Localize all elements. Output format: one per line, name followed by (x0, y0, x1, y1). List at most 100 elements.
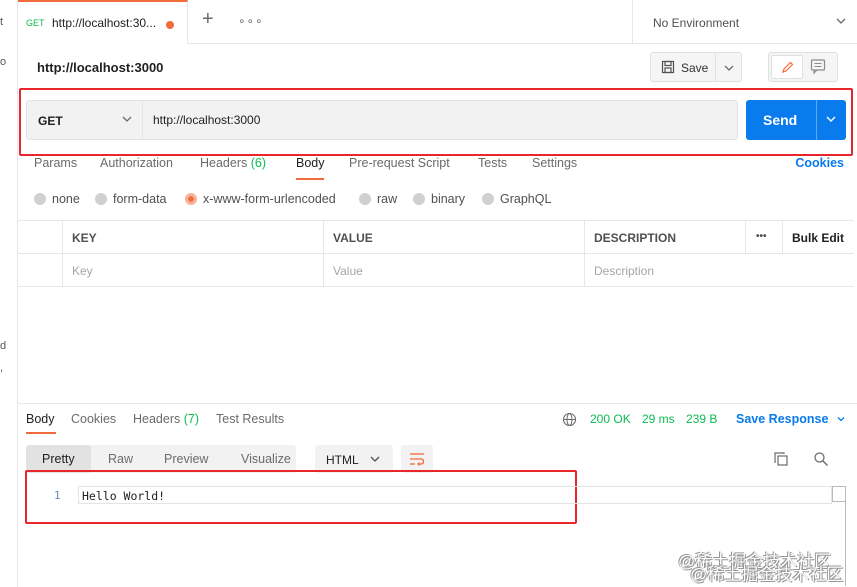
left-sidebar-edge: t o d , (0, 0, 18, 587)
tab-response-headers-label: Headers (133, 412, 181, 426)
radio-urlencoded[interactable]: x-www-form-urlencoded (185, 192, 336, 206)
method-label: GET (38, 114, 63, 128)
view-visualize[interactable]: Visualize (223, 445, 296, 473)
send-button[interactable]: Send (746, 100, 846, 140)
pane-divider[interactable] (18, 403, 857, 404)
tab-test-results[interactable]: Test Results (216, 412, 284, 426)
radio-dot-icon (482, 193, 494, 205)
description-input[interactable]: Description (584, 254, 854, 287)
globe-icon[interactable] (562, 412, 577, 427)
current-line-highlight (78, 486, 832, 504)
wrap-lines-button[interactable] (401, 445, 433, 473)
tab-title: http://localhost:30... (52, 16, 157, 30)
save-label: Save (681, 61, 709, 75)
editor-scrollbar-thumb[interactable] (832, 486, 846, 502)
view-pretty[interactable]: Pretty (26, 445, 91, 473)
comment-icon[interactable] (809, 57, 827, 75)
method-select[interactable]: GET (27, 101, 143, 139)
cookies-link[interactable]: Cookies (795, 156, 844, 170)
radio-binary[interactable]: binary (413, 192, 465, 206)
radio-graphql[interactable]: GraphQL (482, 192, 551, 206)
line-number: 1 (54, 489, 61, 502)
table-header-row: KEY VALUE DESCRIPTION ••• Bulk Edit (18, 221, 854, 254)
tab-response-headers[interactable]: Headers (7) (133, 412, 199, 426)
radio-raw[interactable]: raw (359, 192, 397, 206)
radio-dot-icon (34, 193, 46, 205)
headers-count: (6) (250, 156, 267, 170)
chevron-down-icon (370, 456, 380, 462)
column-header-description: DESCRIPTION (584, 221, 746, 254)
response-size[interactable]: 239 B (686, 412, 717, 426)
radio-selected-icon (185, 193, 197, 205)
value-input[interactable]: Value (323, 254, 585, 287)
format-label: HTML (326, 453, 359, 467)
url-bar: GET http://localhost:3000 (26, 100, 738, 140)
chevron-down-icon[interactable] (824, 112, 838, 126)
new-tab-plus-icon[interactable]: + (202, 8, 214, 31)
tab-method: GET (26, 18, 45, 28)
radio-none-label: none (52, 192, 80, 206)
chevron-down-icon (122, 116, 132, 122)
environment-select[interactable]: No Environment (632, 0, 857, 43)
response-time[interactable]: 29 ms (642, 412, 675, 426)
save-response-label: Save Response (736, 412, 829, 426)
tab-response-body[interactable]: Body (26, 412, 55, 426)
tab-settings[interactable]: Settings (532, 156, 577, 170)
save-icon (661, 60, 675, 74)
key-value-table: KEY VALUE DESCRIPTION ••• Bulk Edit Key … (18, 220, 854, 287)
column-header-key: KEY (62, 221, 324, 254)
column-header-value: VALUE (323, 221, 585, 254)
environment-label: No Environment (653, 16, 740, 30)
radio-graphql-label: GraphQL (500, 192, 552, 206)
radio-form-data[interactable]: form-data (95, 192, 167, 206)
tab-bar: GET http://localhost:30... + ∘∘∘ No Envi… (18, 0, 857, 44)
sidebar-fragment: o (0, 56, 7, 68)
view-raw[interactable]: Raw (91, 445, 151, 473)
send-label: Send (763, 112, 798, 128)
request-tab[interactable]: GET http://localhost:30... (18, 0, 188, 44)
sidebar-fragment: d (0, 340, 7, 352)
response-headers-count: (7) (183, 412, 200, 426)
bulk-edit-button[interactable]: Bulk Edit (782, 221, 854, 254)
unsaved-dot-icon (166, 21, 174, 29)
chevron-down-icon (836, 18, 846, 24)
edit-mode-button[interactable] (771, 55, 803, 79)
view-preview[interactable]: Preview (151, 445, 223, 473)
radio-dot-icon (359, 193, 371, 205)
more-options-icon[interactable]: ••• (745, 221, 783, 254)
radio-binary-label: binary (431, 192, 466, 206)
format-select[interactable]: HTML (315, 445, 393, 473)
tab-params[interactable]: Params (34, 156, 77, 170)
tab-headers-label: Headers (200, 156, 248, 170)
chevron-down-icon[interactable] (723, 62, 735, 74)
radio-raw-label: raw (377, 192, 398, 206)
tab-response-cookies[interactable]: Cookies (71, 412, 116, 426)
radio-urlencoded-label: x-www-form-urlencoded (203, 192, 336, 206)
body-type-radios: none form-data x-www-form-urlencoded raw… (34, 192, 634, 210)
editor-scrollbar-track[interactable] (845, 486, 846, 586)
tab-headers[interactable]: Headers (6) (200, 156, 266, 170)
chevron-down-icon (837, 417, 845, 422)
url-input[interactable]: http://localhost:3000 (153, 113, 260, 127)
search-icon[interactable] (813, 451, 829, 467)
response-code-line: Hello World! (82, 489, 166, 503)
request-tabs: Params Authorization Headers (6) Body Pr… (34, 156, 844, 180)
key-input[interactable]: Key (62, 254, 324, 287)
response-body-editor[interactable]: 1 Hello World! (26, 484, 846, 524)
copy-icon[interactable] (773, 451, 789, 467)
tab-tests[interactable]: Tests (478, 156, 507, 170)
save-response-button[interactable]: Save Response (736, 412, 846, 426)
watermark-text-shadow: @稀土掘金技术社区 (690, 565, 844, 584)
radio-dot-icon (413, 193, 425, 205)
response-tabs: Body Cookies Headers (7) Test Results 20… (26, 412, 846, 432)
more-tabs-icon[interactable]: ∘∘∘ (238, 14, 264, 28)
status-code[interactable]: 200 OK (590, 412, 631, 426)
pencil-icon (782, 61, 794, 73)
tab-authorization[interactable]: Authorization (100, 156, 173, 170)
response-view-toggle: Pretty Raw Preview Visualize (26, 445, 296, 473)
save-button[interactable]: Save (650, 52, 742, 82)
sidebar-fragment: t (0, 16, 4, 28)
tab-body[interactable]: Body (296, 156, 325, 170)
tab-prerequest-script[interactable]: Pre-request Script (349, 156, 450, 170)
radio-none[interactable]: none (34, 192, 80, 206)
